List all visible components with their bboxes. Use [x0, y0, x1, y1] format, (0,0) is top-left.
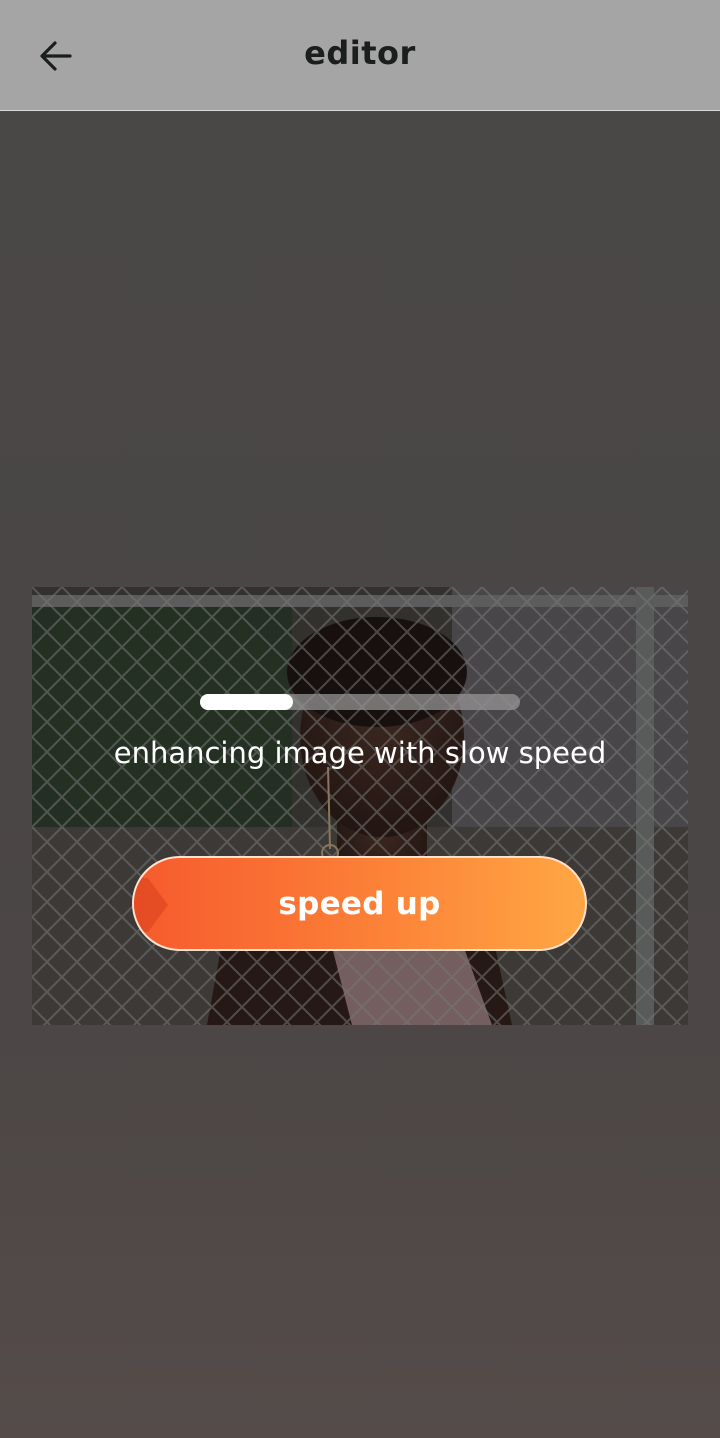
speed-up-button[interactable]: speed up — [132, 856, 587, 951]
progress-fill — [200, 694, 293, 710]
image-preview — [32, 587, 688, 1025]
status-message: enhancing image with slow speed — [113, 736, 607, 770]
page-title: editor — [304, 34, 416, 72]
speed-up-label: speed up — [278, 886, 441, 922]
enhance-progress-bar — [200, 694, 520, 710]
app-bar: editor — [0, 0, 720, 111]
